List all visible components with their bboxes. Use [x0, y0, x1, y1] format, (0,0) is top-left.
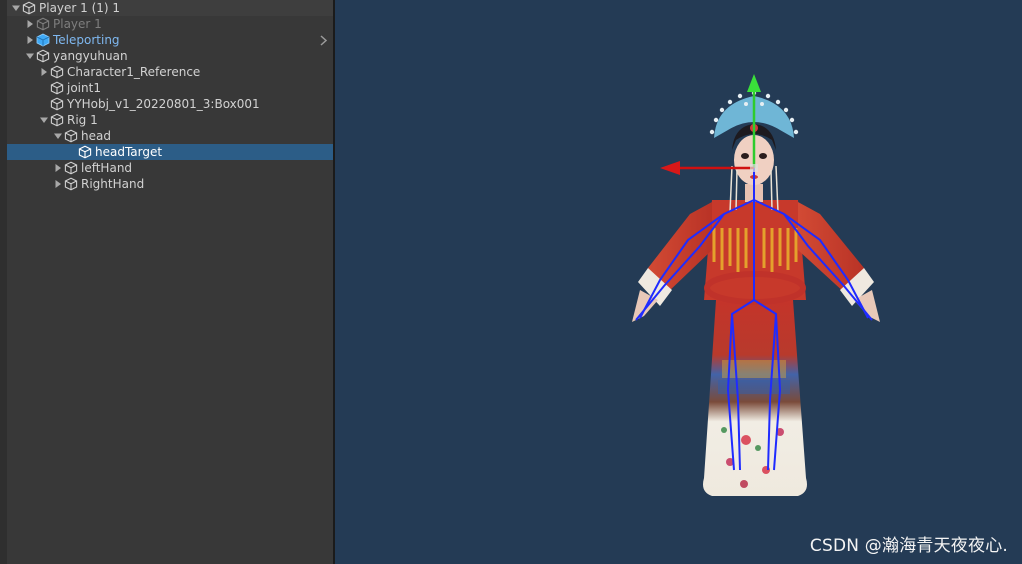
- hierarchy-row[interactable]: head: [7, 128, 333, 144]
- watermark-text: CSDN @瀚海青天夜夜心.: [809, 536, 1008, 556]
- prefab-cube-icon: [36, 33, 50, 47]
- hierarchy-row-label: yangyuhuan: [53, 49, 128, 63]
- left-eye: [741, 153, 749, 159]
- hierarchy-row-label: headTarget: [95, 145, 163, 159]
- hierarchy-row-label: Player 1: [53, 17, 102, 31]
- gizmo-center[interactable]: [750, 164, 758, 172]
- gameobject-cube-icon: [64, 177, 78, 191]
- hierarchy-row[interactable]: Rig 1: [7, 112, 333, 128]
- gameobject-cube-icon: [36, 17, 50, 31]
- gameobject-cube-icon: [64, 129, 78, 143]
- fold-expanded-icon[interactable]: [39, 112, 49, 128]
- gizmo-y-arrow[interactable]: [747, 74, 761, 92]
- gameobject-cube-icon: [50, 113, 64, 127]
- hierarchy-row[interactable]: joint1: [7, 80, 333, 96]
- fold-collapsed-icon[interactable]: [25, 32, 35, 48]
- fold-expanded-icon[interactable]: [11, 0, 21, 16]
- character-model[interactable]: [632, 90, 880, 496]
- gameobject-cube-icon: [50, 81, 64, 95]
- gameobject-cube-icon: [50, 97, 64, 111]
- hierarchy-row-label: Player 1 (1) 1: [39, 1, 121, 15]
- hierarchy-row-label: head: [81, 129, 111, 143]
- hierarchy-row[interactable]: Player 1: [7, 16, 333, 32]
- hierarchy-row[interactable]: Teleporting: [7, 32, 333, 48]
- fold-expanded-icon[interactable]: [25, 48, 35, 64]
- fold-expanded-icon[interactable]: [53, 128, 63, 144]
- hierarchy-row-label: Character1_Reference: [67, 65, 201, 79]
- hierarchy-row[interactable]: RightHand: [7, 176, 333, 192]
- hierarchy-row-label: Teleporting: [53, 33, 120, 47]
- hierarchy-row-label: RightHand: [81, 177, 145, 191]
- fold-collapsed-icon[interactable]: [53, 176, 63, 192]
- hierarchy-row[interactable]: Character1_Reference: [7, 64, 333, 80]
- scene-canvas[interactable]: [335, 0, 1022, 564]
- robe-skirt: [703, 300, 807, 496]
- fold-collapsed-icon[interactable]: [53, 160, 63, 176]
- gameobject-cube-icon: [50, 65, 64, 79]
- hierarchy-row[interactable]: YYHobj_v1_20220801_3:Box001: [7, 96, 333, 112]
- hierarchy-row[interactable]: Player 1 (1) 1: [7, 0, 333, 16]
- gizmo-x-arrow[interactable]: [660, 161, 680, 175]
- fold-collapsed-icon[interactable]: [39, 64, 49, 80]
- hierarchy-row[interactable]: headTarget: [7, 144, 333, 160]
- hierarchy-gutter: [0, 0, 7, 564]
- gameobject-cube-icon: [78, 145, 92, 159]
- right-eye: [759, 153, 767, 159]
- scene-view[interactable]: CSDN @瀚海青天夜夜心.: [335, 0, 1022, 564]
- hierarchy-row-label: Rig 1: [67, 113, 98, 127]
- hierarchy-row-label: joint1: [67, 81, 101, 95]
- hierarchy-row[interactable]: leftHand: [7, 160, 333, 176]
- gameobject-cube-icon: [22, 1, 36, 15]
- gameobject-cube-icon: [64, 161, 78, 175]
- hierarchy-row-label: leftHand: [81, 161, 133, 175]
- hierarchy-row[interactable]: yangyuhuan: [7, 48, 333, 64]
- prefab-open-chevron-icon[interactable]: [318, 32, 328, 48]
- hierarchy-panel: Player 1 (1) 1 Player 1 Teleporting yangyuh…: [0, 0, 333, 564]
- hierarchy-row-label: YYHobj_v1_20220801_3:Box001: [67, 97, 260, 111]
- gameobject-cube-icon: [36, 49, 50, 63]
- fold-collapsed-icon[interactable]: [25, 16, 35, 32]
